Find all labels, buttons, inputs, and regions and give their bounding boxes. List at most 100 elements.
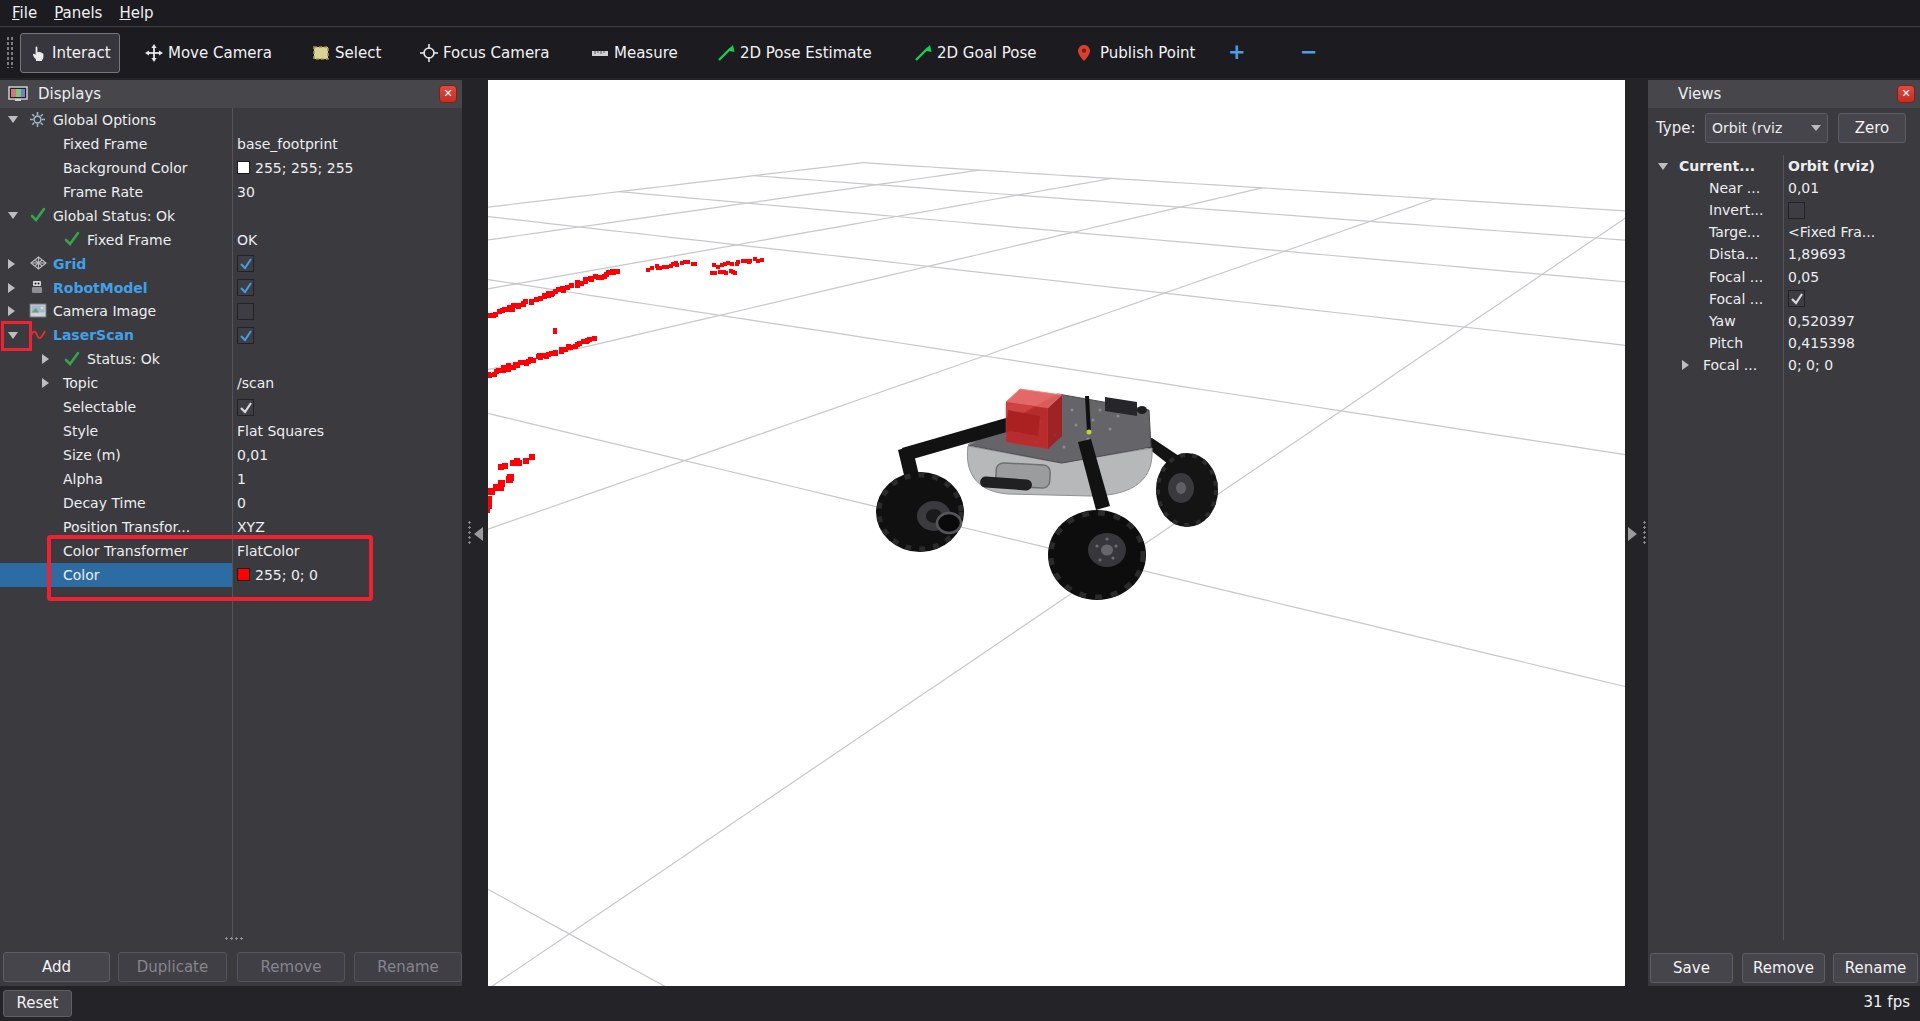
display-row[interactable]: StyleFlat Squares xyxy=(0,419,462,443)
tool-interact[interactable]: Interact xyxy=(20,33,120,73)
row-value[interactable]: 0,05 xyxy=(1788,269,1819,285)
row-value[interactable]: /scan xyxy=(237,375,274,391)
view-property-row[interactable]: Near ...0,01 xyxy=(1648,177,1920,199)
row-value[interactable]: 30 xyxy=(237,184,255,200)
views-close-button[interactable]: ✕ xyxy=(1897,85,1915,103)
display-row[interactable]: Topic/scan xyxy=(0,371,462,395)
tool-2d-goal-pose[interactable]: 2D Goal Pose xyxy=(914,28,1037,78)
zero-button[interactable]: Zero xyxy=(1838,113,1906,143)
remove-button[interactable]: Remove xyxy=(237,952,345,982)
expand-arrow[interactable] xyxy=(8,212,18,219)
display-row[interactable]: Color TransformerFlatColor xyxy=(0,539,462,563)
row-value[interactable]: XYZ xyxy=(237,519,265,535)
expand-arrow[interactable] xyxy=(42,378,49,388)
row-value[interactable]: 255; 0; 0 xyxy=(255,567,318,583)
display-row[interactable]: Size (m)0,01 xyxy=(0,443,462,467)
add-tool-button[interactable]: + xyxy=(1228,40,1246,64)
view-property-row[interactable]: Targe...<Fixed Fra... xyxy=(1648,221,1920,243)
expand-arrow[interactable] xyxy=(1682,360,1689,370)
reset-button[interactable]: Reset xyxy=(3,990,72,1017)
remove-button[interactable]: Remove xyxy=(1742,953,1825,983)
color-swatch[interactable] xyxy=(237,161,250,174)
display-row[interactable]: Position Transfor...XYZ xyxy=(0,515,462,539)
display-row[interactable]: Selectable xyxy=(0,395,462,419)
3d-viewport[interactable] xyxy=(488,80,1625,986)
row-value[interactable]: FlatColor xyxy=(237,543,300,559)
display-row[interactable]: Alpha1 xyxy=(0,467,462,491)
rename-button[interactable]: Rename xyxy=(354,952,462,982)
row-value[interactable]: 255; 255; 255 xyxy=(255,160,354,176)
display-row[interactable]: RobotModel xyxy=(0,276,462,300)
tool-publish-point[interactable]: Publish Point xyxy=(1077,28,1195,78)
checkbox[interactable] xyxy=(237,279,254,296)
expand-arrow[interactable] xyxy=(1658,163,1668,170)
menu-help[interactable]: Help xyxy=(119,4,153,22)
view-property-row[interactable]: Pitch0,415398 xyxy=(1648,332,1920,354)
view-property-row[interactable]: Focal ... xyxy=(1648,288,1920,310)
row-value[interactable]: 0,520397 xyxy=(1788,313,1855,329)
row-value[interactable]: 1,89693 xyxy=(1788,246,1846,262)
display-row[interactable]: Global Options xyxy=(0,108,462,132)
row-value[interactable]: 0,01 xyxy=(1788,180,1819,196)
row-value[interactable]: 0 xyxy=(237,495,246,511)
expand-arrow[interactable] xyxy=(8,332,18,339)
left-splitter-handle[interactable] xyxy=(467,520,473,546)
display-row[interactable]: LaserScan xyxy=(0,323,462,347)
view-property-row[interactable]: Focal ...0,05 xyxy=(1648,265,1920,287)
collapse-left-panel-icon[interactable] xyxy=(474,527,483,541)
view-property-row[interactable]: Current...Orbit (rviz) xyxy=(1648,155,1920,177)
tool-select[interactable]: Select xyxy=(312,28,381,78)
expand-arrow[interactable] xyxy=(8,283,15,293)
display-row[interactable]: Background Color255; 255; 255 xyxy=(0,156,462,180)
checkbox[interactable] xyxy=(237,255,254,272)
row-value[interactable]: <Fixed Fra... xyxy=(1788,224,1875,240)
view-property-row[interactable]: Invert... xyxy=(1648,199,1920,221)
tool-measure[interactable]: Measure xyxy=(591,28,678,78)
checkbox[interactable] xyxy=(237,327,254,344)
rename-button[interactable]: Rename xyxy=(1833,953,1918,983)
checkbox[interactable] xyxy=(1788,202,1805,219)
display-row[interactable]: Fixed Framebase_footprint xyxy=(0,132,462,156)
row-value[interactable]: 0,415398 xyxy=(1788,335,1855,351)
row-value[interactable]: Orbit (rviz) xyxy=(1788,158,1875,174)
view-property-row[interactable]: Yaw0,520397 xyxy=(1648,310,1920,332)
duplicate-button[interactable]: Duplicate xyxy=(118,952,227,982)
menu-file[interactable]: File xyxy=(12,4,37,22)
row-value[interactable]: base_footprint xyxy=(237,136,338,152)
checkbox[interactable] xyxy=(237,303,254,320)
display-row[interactable]: Grid xyxy=(0,252,462,276)
tool-2d-pose-estimate[interactable]: 2D Pose Estimate xyxy=(717,28,872,78)
checkbox[interactable] xyxy=(237,399,254,416)
view-property-row[interactable]: Dista...1,89693 xyxy=(1648,243,1920,265)
tool-focus-camera[interactable]: Focus Camera xyxy=(420,28,549,78)
display-row[interactable]: Color255; 0; 0 xyxy=(0,563,462,587)
menu-panels[interactable]: Panels xyxy=(54,4,102,22)
save-button[interactable]: Save xyxy=(1650,953,1733,983)
add-button[interactable]: Add xyxy=(3,952,110,982)
display-row[interactable]: Camera Image xyxy=(0,300,462,324)
display-row[interactable]: Fixed FrameOK xyxy=(0,228,462,252)
row-value[interactable]: OK xyxy=(237,232,257,248)
toolbar-drag-handle[interactable] xyxy=(6,36,13,68)
row-value[interactable]: 0,01 xyxy=(237,447,268,463)
remove-tool-button[interactable]: − xyxy=(1300,40,1318,64)
expand-arrow[interactable] xyxy=(8,306,15,316)
displays-close-button[interactable]: ✕ xyxy=(439,85,457,103)
expand-arrow[interactable] xyxy=(42,354,49,364)
collapse-right-panel-icon[interactable] xyxy=(1628,527,1637,541)
display-row[interactable]: Frame Rate30 xyxy=(0,180,462,204)
tool-move-camera[interactable]: Move Camera xyxy=(145,28,272,78)
expand-arrow[interactable] xyxy=(8,259,15,269)
display-row[interactable]: Status: Ok xyxy=(0,347,462,371)
color-swatch[interactable] xyxy=(237,568,250,581)
view-type-dropdown[interactable]: Orbit (rviz xyxy=(1705,113,1828,143)
right-splitter-handle[interactable] xyxy=(1642,520,1648,546)
panel-splitter-handle[interactable] xyxy=(224,936,244,941)
view-property-row[interactable]: Focal ...0; 0; 0 xyxy=(1648,354,1920,376)
expand-arrow[interactable] xyxy=(8,116,18,123)
checkbox[interactable] xyxy=(1788,290,1805,307)
row-value[interactable]: 1 xyxy=(237,471,246,487)
row-value[interactable]: 0; 0; 0 xyxy=(1788,357,1833,373)
display-row[interactable]: Decay Time0 xyxy=(0,491,462,515)
row-value[interactable]: Flat Squares xyxy=(237,423,324,439)
